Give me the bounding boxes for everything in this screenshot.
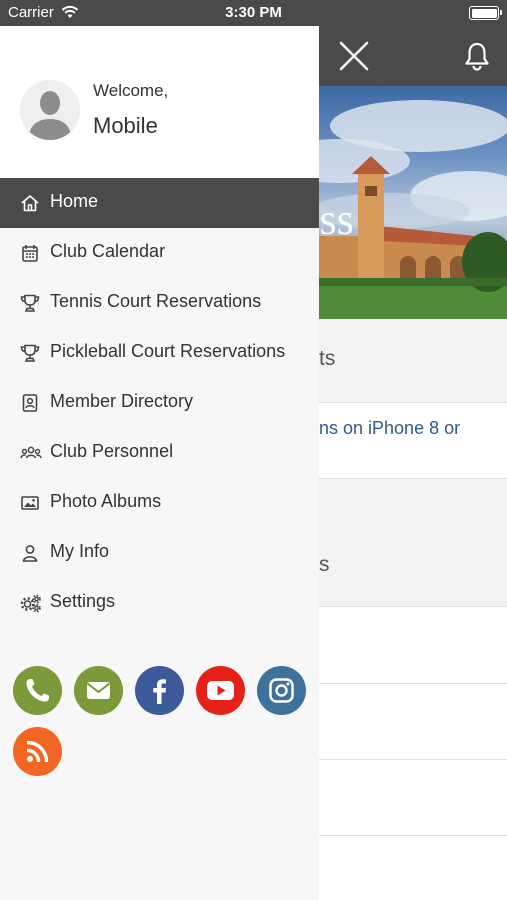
nav-item-settings[interactable]: Settings xyxy=(0,578,319,628)
email-button[interactable] xyxy=(74,666,123,715)
youtube-button[interactable] xyxy=(196,666,245,715)
nav-item-my-info[interactable]: My Info xyxy=(0,528,319,578)
nav-item-label: Member Directory xyxy=(50,391,194,411)
nav-item-photo-albums[interactable]: Photo Albums xyxy=(0,478,319,528)
contact-card-icon xyxy=(20,393,40,413)
clock: 3:30 PM xyxy=(225,4,282,21)
facebook-button[interactable] xyxy=(135,666,184,715)
side-drawer: Welcome, Mobile Home Club Calendar Tenni… xyxy=(0,26,319,900)
nav-item-label: My Info xyxy=(50,541,110,561)
notifications-button[interactable] xyxy=(462,41,492,71)
user-icon xyxy=(20,543,40,563)
bell-icon xyxy=(465,42,489,71)
facebook-icon xyxy=(153,679,166,704)
nav-item-tennis-reservations[interactable]: Tennis Court Reservations xyxy=(0,278,319,328)
welcome-label: Welcome, xyxy=(93,81,169,100)
avatar[interactable] xyxy=(20,80,80,140)
image-icon xyxy=(20,493,40,513)
phone-button[interactable] xyxy=(13,666,62,715)
user-name: Mobile xyxy=(93,113,158,138)
trophy-icon xyxy=(20,343,40,363)
nav-item-pickleball-reservations[interactable]: Pickleball Court Reservations xyxy=(0,328,319,378)
news-link[interactable]: ns on iPhone 8 or xyxy=(319,418,460,439)
profile-header: Welcome, Mobile xyxy=(0,26,319,178)
youtube-icon xyxy=(207,681,234,700)
calendar-icon xyxy=(20,243,40,263)
nav-item-label: Settings xyxy=(50,591,116,611)
rss-icon xyxy=(26,740,49,763)
close-icon xyxy=(339,41,369,71)
nav-item-label: Home xyxy=(50,191,99,211)
nav-item-label: Club Personnel xyxy=(50,441,174,461)
nav-item-label: Photo Albums xyxy=(50,491,162,511)
section-title-2: s xyxy=(319,553,330,576)
phone-icon xyxy=(26,679,49,702)
people-icon xyxy=(20,443,42,463)
nav-item-home[interactable]: Home xyxy=(0,178,319,228)
status-bar: Carrier 3:30 PM xyxy=(0,0,507,26)
nav-item-label: Tennis Court Reservations xyxy=(50,291,262,311)
gears-icon xyxy=(20,593,41,613)
envelope-icon xyxy=(86,682,111,699)
nav-item-label: Pickleball Court Reservations xyxy=(50,341,286,361)
nav-item-member-directory[interactable]: Member Directory xyxy=(0,378,319,428)
user-silhouette-icon xyxy=(28,91,72,140)
section-title: ts xyxy=(319,347,336,370)
trophy-icon xyxy=(20,293,40,313)
nav-item-label: Club Calendar xyxy=(50,241,166,261)
nav-item-club-personnel[interactable]: Club Personnel xyxy=(0,428,319,478)
rss-button[interactable] xyxy=(13,727,62,776)
home-icon xyxy=(20,193,40,213)
close-menu-button[interactable] xyxy=(338,40,370,72)
battery-icon xyxy=(469,6,502,20)
instagram-icon xyxy=(269,678,294,703)
nav-item-club-calendar[interactable]: Club Calendar xyxy=(0,228,319,278)
instagram-button[interactable] xyxy=(257,666,306,715)
